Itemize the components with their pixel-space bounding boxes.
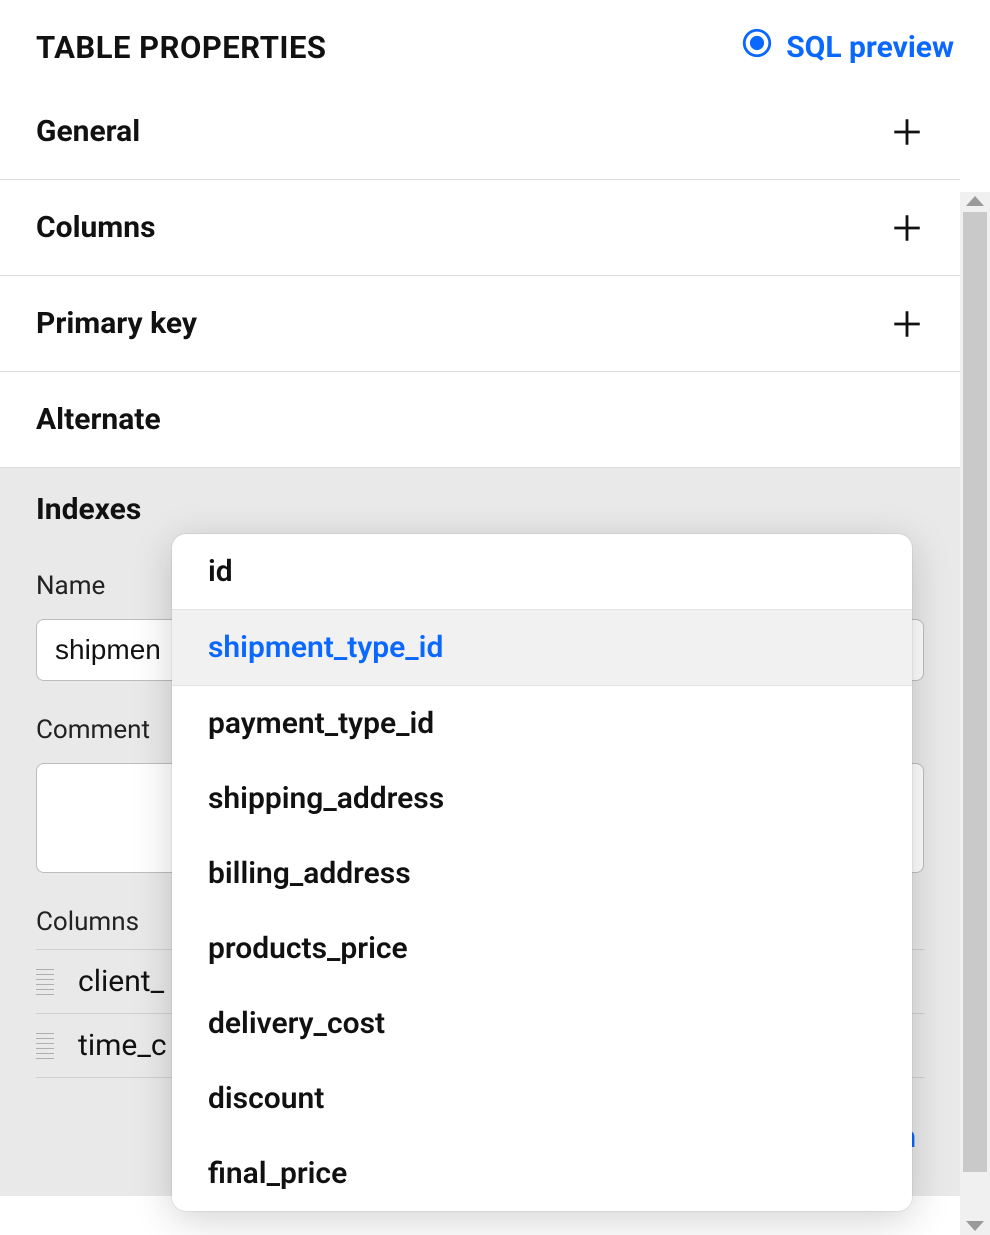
column-picker-dropdown[interactable]: idshipment_type_idpayment_type_idshippin… [172,534,912,1211]
dropdown-option[interactable]: final_price [172,1136,912,1211]
index-column-name: client_ [78,964,164,999]
section-alternate-keys-title: Alternate [36,402,161,437]
section-primary-key[interactable]: Primary key [0,276,960,372]
vertical-scrollbar[interactable] [960,192,990,1235]
dropdown-option[interactable]: products_price [172,911,912,986]
dropdown-option[interactable]: billing_address [172,836,912,911]
section-indexes-title: Indexes [36,492,924,527]
eye-target-icon [740,26,774,68]
section-alternate-keys[interactable]: Alternate [0,372,960,468]
panel-header: TABLE PROPERTIES SQL preview [0,0,990,96]
section-general-title: General [36,114,140,149]
dropdown-option[interactable]: delivery_cost [172,986,912,1061]
scroll-down-arrow-icon[interactable] [966,1221,984,1231]
section-columns-title: Columns [36,210,156,245]
dropdown-option[interactable]: shipping_address [172,761,912,836]
expand-icon [890,115,924,149]
expand-icon [890,211,924,245]
scroll-up-arrow-icon[interactable] [966,196,984,206]
dropdown-option[interactable]: payment_type_id [172,686,912,761]
dropdown-option[interactable]: id [172,534,912,609]
panel-title: TABLE PROPERTIES [36,29,327,66]
dropdown-option[interactable]: shipment_type_id [172,609,912,686]
expand-icon [890,307,924,341]
section-general[interactable]: General [0,96,960,180]
index-column-name: time_c [78,1028,167,1063]
properties-scroll-area: General Columns Primary key Alternate [0,96,990,1235]
section-columns[interactable]: Columns [0,180,960,276]
section-primary-key-title: Primary key [36,306,197,341]
sql-preview-label: SQL preview [786,30,954,65]
drag-handle-icon[interactable] [36,1033,54,1059]
drag-handle-icon[interactable] [36,969,54,995]
sql-preview-button[interactable]: SQL preview [740,26,954,68]
dropdown-option[interactable]: discount [172,1061,912,1136]
scrollbar-thumb[interactable] [963,212,987,1172]
